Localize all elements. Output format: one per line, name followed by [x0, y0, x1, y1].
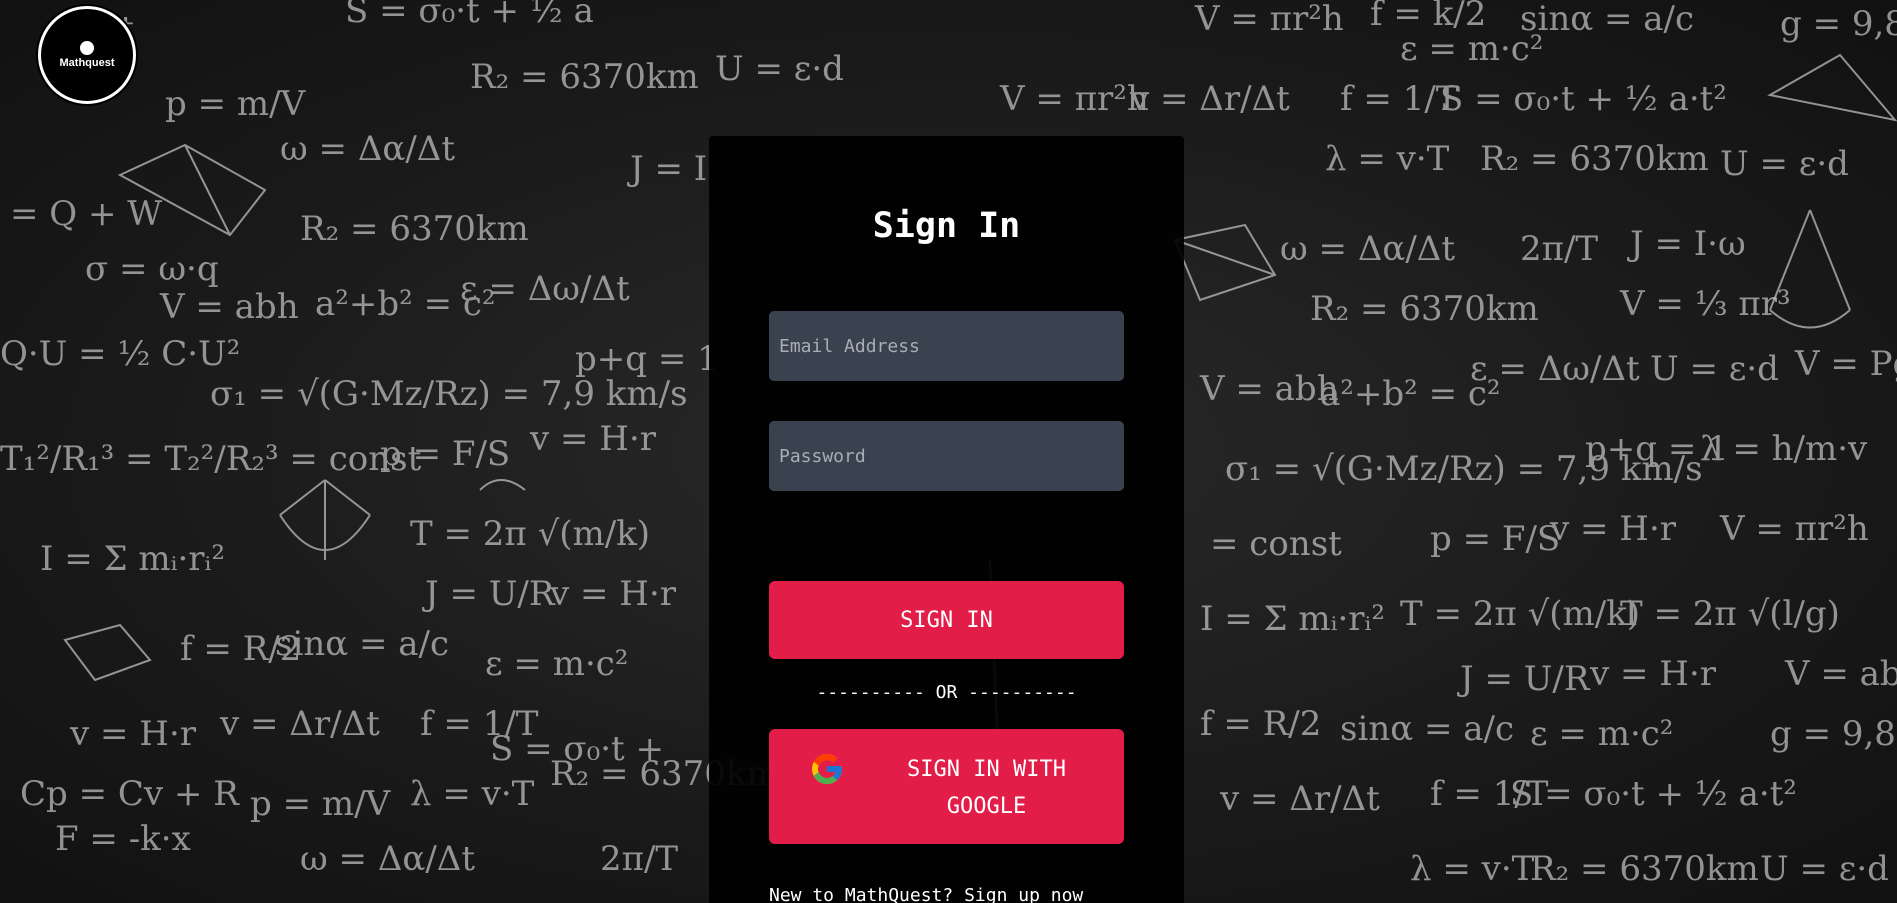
svg-text:sinα = a/c: sinα = a/c — [275, 624, 449, 664]
svg-text:v = H·r: v = H·r — [1589, 654, 1717, 694]
svg-text:ε = m·c²: ε = m·c² — [485, 644, 628, 684]
signin-button-label: SIGN IN — [900, 607, 993, 633]
svg-text:T = 2π √(m/k): T = 2π √(m/k) — [410, 514, 650, 554]
svg-text:F = -k·x: F = -k·x — [55, 819, 191, 859]
svg-text:S = σ₀·t + ½ a·t²: S = σ₀·t + ½ a·t² — [1440, 79, 1727, 119]
svg-text:ω = Δα/Δt: ω = Δα/Δt — [1280, 229, 1455, 269]
svg-text:2π/T: 2π/T — [600, 839, 678, 879]
svg-text:R₂ = 6370km: R₂ = 6370km — [1530, 849, 1759, 889]
mathquest-logo[interactable]: Mathquest — [38, 6, 136, 104]
svg-text:g = 9,81: g = 9,81 — [1770, 714, 1897, 754]
svg-text:V = abh: V = abh — [159, 287, 299, 327]
svg-text:σ₁ = √(G·Mz/Rz) = 7,9 km/s: σ₁ = √(G·Mz/Rz) = 7,9 km/s — [210, 374, 688, 414]
svg-text:v = Δr/Δt: v = Δr/Δt — [1219, 779, 1380, 819]
svg-text:sinα = a/c: sinα = a/c — [1340, 709, 1514, 749]
svg-text:R₂ = 6370km: R₂ = 6370km — [1480, 139, 1709, 179]
svg-text:T₁²/R₁³ = T₂²/R₂³ = const: T₁²/R₁³ = T₂²/R₂³ = const — [0, 439, 422, 479]
svg-text:p+q = 1: p+q = 1 — [575, 339, 719, 379]
svg-text:S = σ₀·t + ½ a: S = σ₀·t + ½ a — [345, 0, 594, 31]
svg-text:ε = m·c²: ε = m·c² — [1530, 714, 1673, 754]
svg-text:ω = Δα/Δt: ω = Δα/Δt — [280, 129, 455, 169]
svg-text:V = πr²h: V = πr²h — [1719, 509, 1869, 549]
svg-text:= const: = const — [1210, 524, 1342, 564]
svg-text:J = U/R: J = U/R — [422, 574, 556, 614]
svg-text:ε = Δω/Δt: ε = Δω/Δt — [460, 269, 630, 309]
signup-link[interactable]: New to MathQuest? Sign up now — [769, 885, 1083, 903]
svg-text:I = Σ mᵢ·rᵢ²: I = Σ mᵢ·rᵢ² — [40, 539, 225, 579]
svg-text:V = abh: V = abh — [1199, 369, 1339, 409]
svg-text:σ = ω·q: σ = ω·q — [85, 249, 219, 289]
svg-text:V = Pgh: V = Pgh — [1794, 344, 1897, 384]
svg-text:2π/T: 2π/T — [1520, 229, 1598, 269]
svg-text:U = ε·d: U = ε·d — [1720, 144, 1849, 184]
svg-text:v = Δr/Δt: v = Δr/Δt — [1129, 79, 1290, 119]
svg-text:U = ε·d: U = ε·d — [1760, 849, 1889, 889]
svg-text:ε = m·c²: ε = m·c² — [1400, 29, 1543, 69]
google-signin-label: SIGN IN WITH GOOGLE — [907, 757, 1066, 819]
svg-text:v = H·r: v = H·r — [549, 574, 677, 614]
svg-text:U = ε·d: U = ε·d — [1650, 349, 1779, 389]
or-divider: ---------- OR ---------- — [816, 682, 1077, 703]
svg-text:V = πr²h: V = πr²h — [1194, 0, 1344, 39]
svg-text:v = Δr/Δt: v = Δr/Δt — [219, 704, 380, 744]
google-icon — [812, 754, 842, 784]
svg-text:λ = v·T: λ = v·T — [410, 774, 535, 814]
svg-text:a²+b² = c²: a²+b² = c² — [1320, 374, 1501, 414]
svg-text:f = R/2: f = R/2 — [1200, 704, 1321, 744]
svg-text:R₂ = 6370km: R₂ = 6370km — [300, 209, 529, 249]
svg-text:T = 2π √(m/k): T = 2π √(m/k) — [1400, 594, 1640, 634]
svg-text:V = abh: V = abh — [1784, 654, 1897, 694]
svg-text:ω = Δα/Δt: ω = Δα/Δt — [300, 839, 475, 879]
password-field[interactable] — [769, 421, 1124, 491]
svg-text:sinα = a/c: sinα = a/c — [1520, 0, 1694, 39]
svg-text:Q·U = ½ C·U²: Q·U = ½ C·U² — [0, 334, 240, 374]
svg-text:v = H·r: v = H·r — [529, 419, 657, 459]
svg-text:J = I: J = I — [627, 149, 707, 189]
svg-text:R₂ = 6370km: R₂ = 6370km — [470, 57, 699, 97]
email-field[interactable] — [769, 311, 1124, 381]
svg-text:v = H·r: v = H·r — [1549, 509, 1677, 549]
page-title: Sign In — [872, 206, 1021, 246]
signin-panel: Sign In SIGN IN ---------- OR ----------… — [709, 136, 1184, 903]
svg-text:p = F/S: p = F/S — [1430, 519, 1560, 559]
google-signin-button[interactable]: SIGN IN WITH GOOGLE — [769, 729, 1124, 844]
signin-button[interactable]: SIGN IN — [769, 581, 1124, 659]
svg-text:S = σ₀·t + ½ a·t²: S = σ₀·t + ½ a·t² — [1510, 774, 1797, 814]
svg-text:R₂ = 6370km: R₂ = 6370km — [1310, 289, 1539, 329]
svg-text:p = m/V: p = m/V — [165, 84, 307, 124]
logo-mark-icon — [80, 41, 94, 55]
svg-text:V = ⅓ πr³: V = ⅓ πr³ — [1619, 284, 1791, 324]
svg-text:v = H·r: v = H·r — [69, 714, 197, 754]
svg-text:Cp = Cv + R: Cp = Cv + R — [20, 774, 240, 814]
logo-text: Mathquest — [59, 57, 115, 69]
svg-text:J = U/R: J = U/R — [1457, 659, 1591, 699]
svg-text:T = 2π √(l/g): T = 2π √(l/g) — [1620, 594, 1840, 634]
svg-text:λ = v·T: λ = v·T — [1325, 139, 1450, 179]
svg-text:V = πr²h: V = πr²h — [999, 79, 1149, 119]
svg-text:p = m/V: p = m/V — [250, 784, 392, 824]
svg-text:= Q + W: = Q + W — [10, 194, 162, 234]
svg-text:J = I·ω: J = I·ω — [1627, 224, 1746, 264]
svg-text:g = 9,81: g = 9,81 — [1780, 4, 1897, 44]
svg-text:λ = v·T: λ = v·T — [1410, 849, 1535, 889]
svg-text:p = F/S: p = F/S — [380, 434, 510, 474]
svg-text:λ = h/m·v: λ = h/m·v — [1700, 429, 1868, 469]
svg-text:I = Σ mᵢ·rᵢ²: I = Σ mᵢ·rᵢ² — [1200, 599, 1385, 639]
svg-text:U = ε·d: U = ε·d — [715, 49, 844, 89]
